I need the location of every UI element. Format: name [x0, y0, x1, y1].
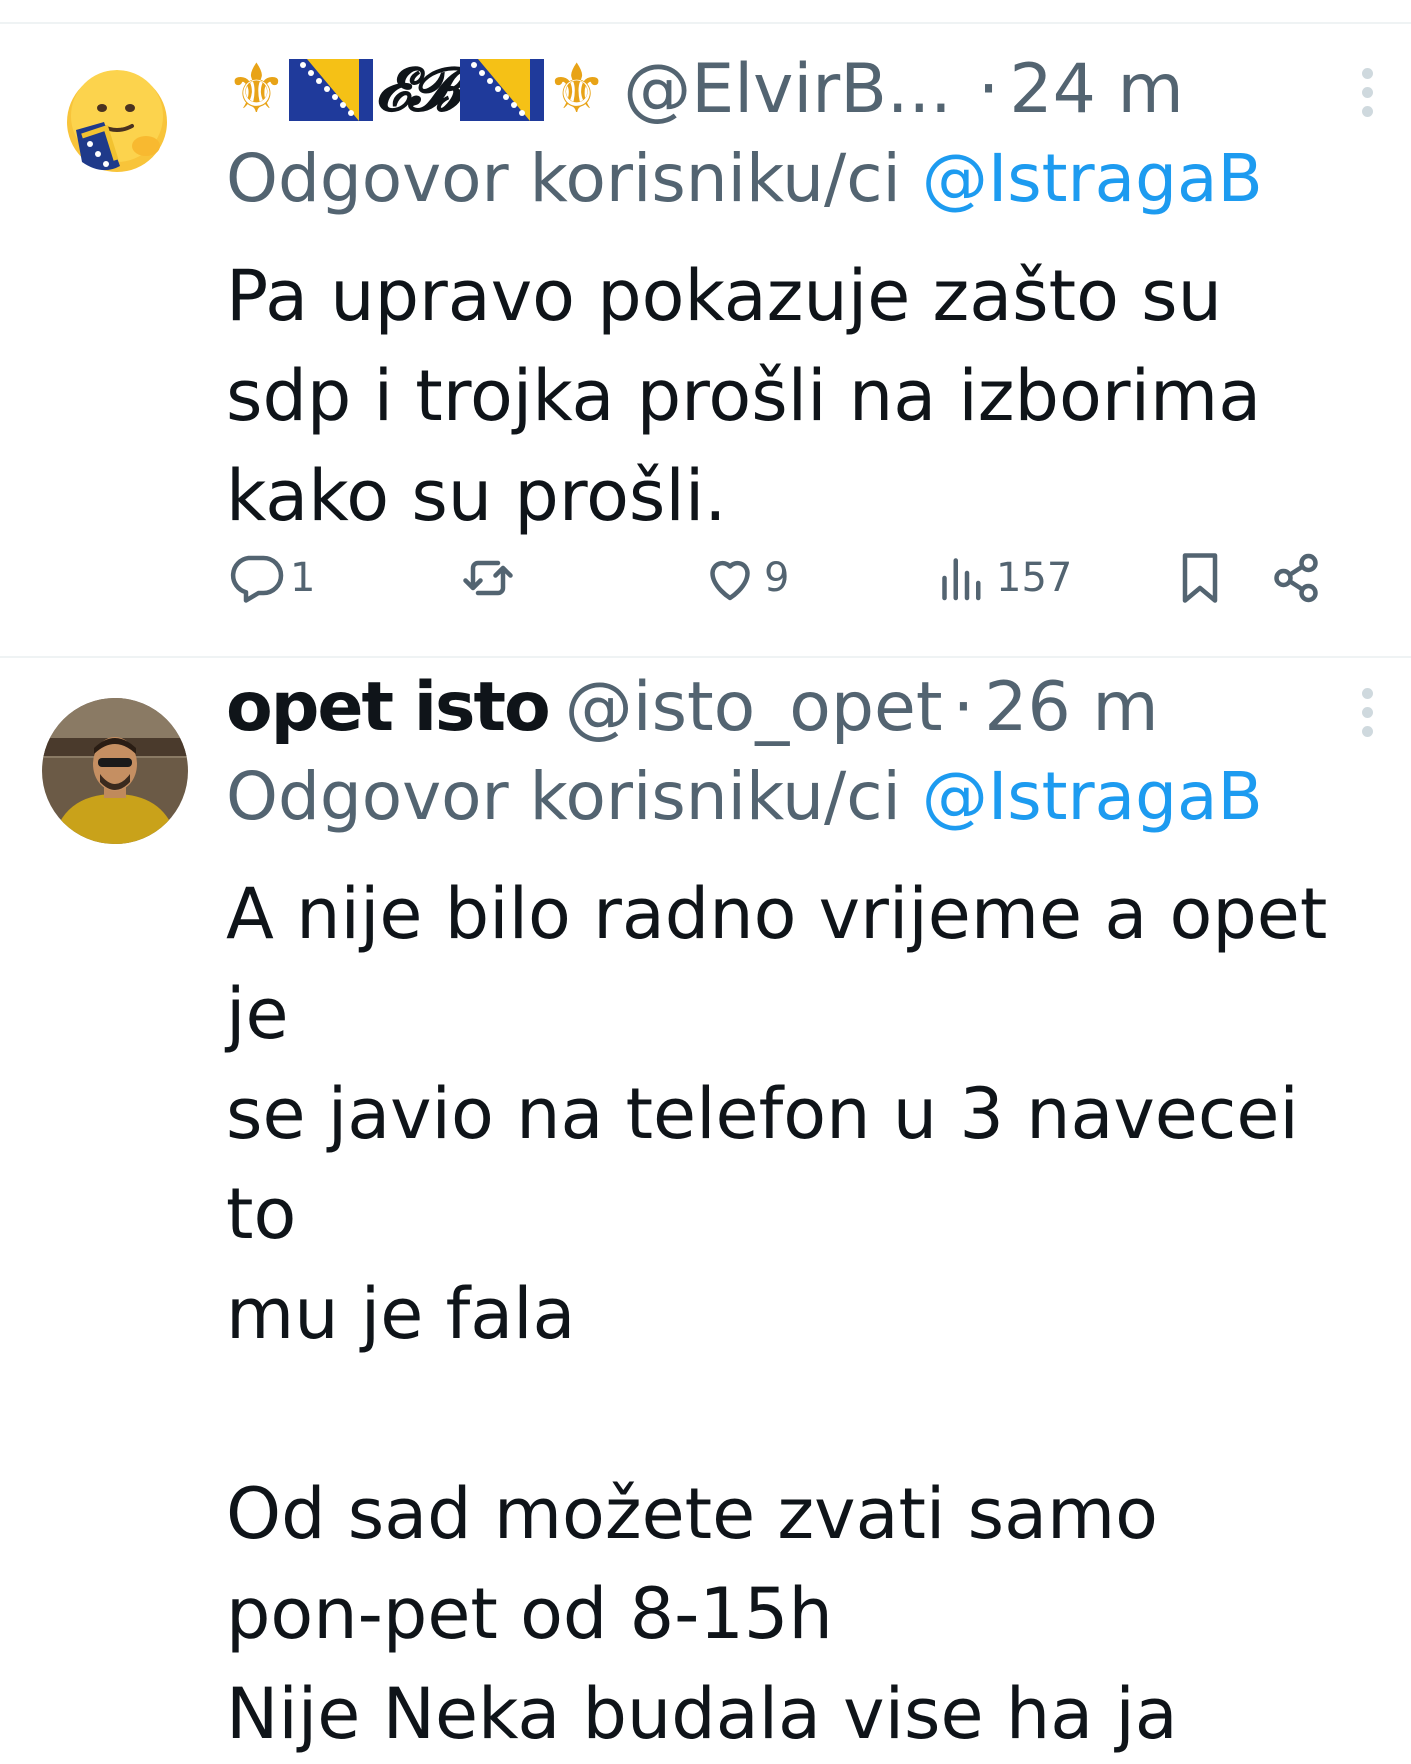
timestamp[interactable]: 26 m — [984, 674, 1158, 742]
tweet-text-line: mu je fala — [226, 1273, 576, 1355]
avatar[interactable] — [42, 698, 188, 844]
tweet-card[interactable]: ⚜ 𝓔𝓑 ⚜ @ElvirB... · 24 m Odgovor korisni… — [0, 26, 1411, 654]
like-count: 9 — [764, 555, 790, 601]
share-button[interactable] — [1266, 548, 1326, 608]
tweet-card[interactable]: opet isto @isto_opet · 26 m Odgovor kori… — [0, 660, 1411, 1755]
reply-mention-link[interactable]: @IstragaB — [922, 758, 1263, 835]
tweet-text-line: pon-pet od 8-15h — [226, 1573, 833, 1655]
display-name[interactable]: ⚜ 𝓔𝓑 ⚜ — [226, 56, 607, 124]
reply-label: Odgovor korisniku/ci — [226, 140, 901, 217]
tweet-header: opet isto @isto_opet · 26 m — [226, 662, 1361, 754]
tweet-divider — [0, 656, 1411, 658]
more-options-icon[interactable] — [1362, 68, 1373, 117]
top-divider — [0, 22, 1411, 24]
reply-icon — [230, 555, 284, 603]
bookmark-icon — [1182, 553, 1218, 603]
separator: · — [977, 50, 1000, 129]
tweet-text-line — [226, 1364, 1361, 1464]
tweet-text-line: se javio na telefon u 3 navecei to — [226, 1073, 1299, 1255]
tweet-actions: 1 9 157 — [226, 548, 1351, 620]
tweet-text-line: A nije bilo radno vrijeme a opet je — [226, 873, 1328, 1055]
display-name[interactable]: opet isto — [226, 674, 551, 742]
more-options-icon[interactable] — [1362, 688, 1373, 737]
handle[interactable]: @ElvirB... — [623, 56, 951, 124]
fleur-de-lis-icon: ⚜ — [226, 50, 287, 129]
bookmark-button[interactable] — [1170, 548, 1230, 608]
like-button[interactable]: 9 — [700, 548, 789, 608]
share-icon — [1274, 553, 1318, 603]
profile-photo-icon — [42, 698, 188, 844]
views-chart-icon — [942, 558, 981, 601]
bosnia-flag-icon — [288, 59, 373, 121]
views-button[interactable]: 157 — [932, 548, 1072, 608]
reply-mention-link[interactable]: @IstragaB — [922, 140, 1263, 217]
heart-icon — [710, 560, 750, 601]
bosnia-flag-icon — [460, 59, 545, 121]
hugging-face-with-bosnian-flag-icon — [67, 70, 167, 172]
reply-context: Odgovor korisniku/ci @IstragaB — [226, 764, 1361, 844]
tweet-text-line: Nije Neka budala vise ha ja — [226, 1673, 1178, 1755]
tweet-text: Pa upravo pokazuje zašto su sdp i trojka… — [226, 255, 1262, 537]
repost-button[interactable] — [458, 548, 522, 608]
reply-context: Odgovor korisniku/ci @IstragaB — [226, 146, 1361, 226]
tweet-text: A nije bilo radno vrijeme a opet je se j… — [226, 864, 1361, 1764]
reply-label: Odgovor korisniku/ci — [226, 758, 901, 835]
tweet-text-line: Od sad možete zvati samo — [226, 1473, 1159, 1555]
avatar[interactable] — [62, 70, 172, 180]
reply-count: 1 — [290, 555, 316, 601]
fleur-de-lis-icon: ⚜ — [546, 50, 608, 129]
tweet-header: ⚜ 𝓔𝓑 ⚜ @ElvirB... · 24 m — [226, 44, 1361, 136]
separator: · — [952, 668, 975, 747]
handle[interactable]: @isto_opet — [565, 674, 943, 742]
view-count: 157 — [996, 555, 1073, 601]
display-name-text: 𝓔𝓑 — [374, 55, 460, 125]
timestamp[interactable]: 24 m — [1009, 56, 1183, 124]
reply-button[interactable]: 1 — [226, 548, 315, 608]
repost-icon — [463, 560, 513, 596]
